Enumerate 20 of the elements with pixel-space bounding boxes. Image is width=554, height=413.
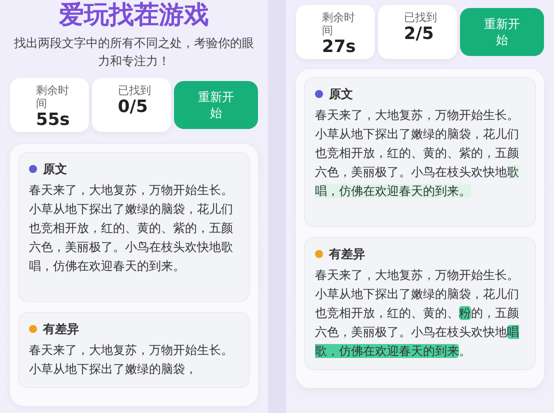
passage-label: 原文 [329, 86, 353, 102]
passage-label: 有差异 [329, 246, 365, 262]
stat-label: 剩余时间 [36, 84, 70, 110]
restart-button[interactable]: 重新开始 [174, 81, 258, 129]
passage-label: 原文 [43, 161, 67, 177]
stat-label: 已找到 [118, 84, 152, 97]
passage-text: 春天来了，大地复苏，万物开始生长。小草从地下探出了嫩绿的脑袋， [29, 342, 234, 378]
stat-value: 55s [36, 110, 71, 130]
subtitle: 找出两段文字中的所有不同之处，考验你的眼力和专注力！ [13, 35, 255, 70]
passage-label: 有差异 [43, 321, 79, 337]
passage-text: 春天来了，大地复苏，万物开始生长。小草从地下探出了嫩绿的脑袋，花儿们也竞相开放，红的、黄的、粉的，五颜六色，美丽极了。小鸟在枝头欢快地唱歌，仿佛在欢迎春天的到来。 [315, 267, 520, 360]
stat-label: 已找到 [404, 11, 438, 24]
passage-text: 春天来了，大地复苏，万物开始生长。小草从地下探出了嫩绿的脑袋，花儿们也竞相开放，红的、黄的、紫的，五颜六色，美丽极了。小鸟在枝头欢快地歌唱，仿佛在欢迎春天的到来。 [315, 107, 520, 200]
restart-button[interactable]: 重新开始 [460, 8, 544, 56]
stat-value: 27s [322, 37, 357, 57]
stat-label: 剩余时间 [322, 11, 356, 37]
passage-text: 春天来了，大地复苏，万物开始生长。小草从地下探出了嫩绿的脑袋，花儿们也竞相开放，红的、黄的、紫的，五颜六色，美丽极了。小鸟在枝头欢快地歌唱，仿佛在欢迎春天的到来。 [29, 182, 234, 275]
stat-value: 2/5 [404, 24, 435, 44]
stat-value: 0/5 [118, 97, 149, 117]
page-title: 爱玩找茬游戏 [58, 0, 210, 30]
